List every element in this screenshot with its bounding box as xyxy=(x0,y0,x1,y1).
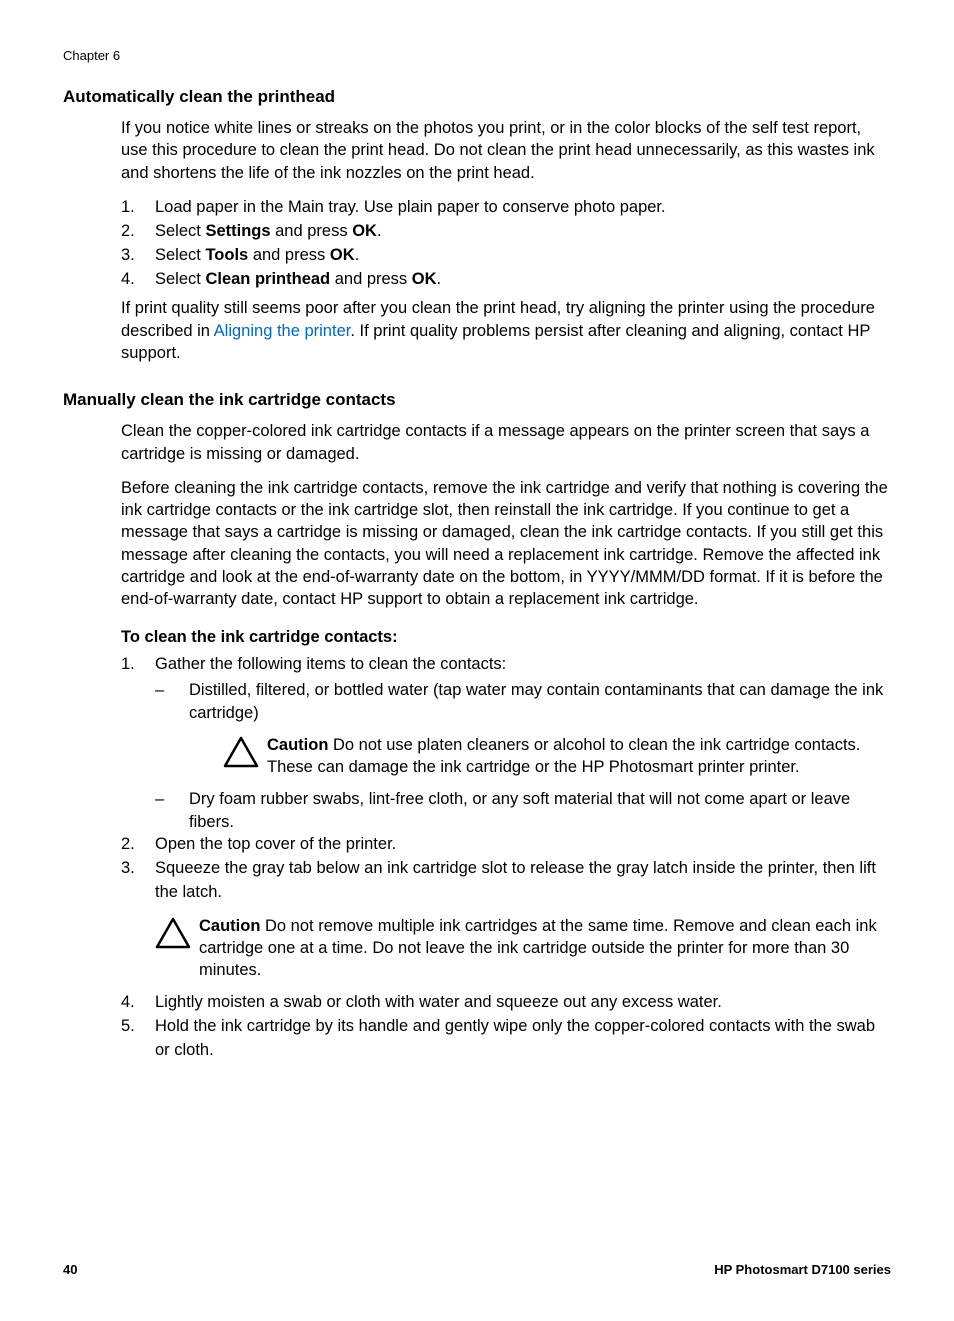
step-number: 3. xyxy=(121,244,135,268)
caution-icon xyxy=(155,917,191,949)
section1-step-1: 1. Load paper in the Main tray. Use plai… xyxy=(121,196,891,220)
caution-icon xyxy=(223,736,259,768)
step-number: 1. xyxy=(121,196,135,220)
section1-step-3: 3. Select Tools and press OK. xyxy=(121,244,891,268)
page-number: 40 xyxy=(63,1262,77,1277)
step-text: Hold the ink cartridge by its handle and… xyxy=(155,1017,875,1059)
section1-intro: If you notice white lines or streaks on … xyxy=(121,117,891,184)
section2-step-3: 3. Squeeze the gray tab below an ink car… xyxy=(121,857,891,982)
step-number: 4. xyxy=(121,991,135,1015)
dash-bullet: – xyxy=(155,788,164,810)
section2-step-4: 4. Lightly moisten a swab or cloth with … xyxy=(121,991,891,1015)
section2-step-2: 2. Open the top cover of the printer. xyxy=(121,833,891,857)
section-heading-manual-clean: Manually clean the ink cartridge contact… xyxy=(63,390,891,410)
step-text: Load paper in the Main tray. Use plain p… xyxy=(155,198,666,216)
step-number: 2. xyxy=(121,833,135,857)
section2-para2: Before cleaning the ink cartridge contac… xyxy=(121,477,891,611)
caution-text: Caution Do not remove multiple ink cartr… xyxy=(199,915,891,982)
section1-step-2: 2. Select Settings and press OK. xyxy=(121,220,891,244)
sub-item-distilled-water: – Distilled, filtered, or bottled water … xyxy=(155,679,891,778)
clean-contacts-subheading: To clean the ink cartridge contacts: xyxy=(121,628,891,647)
sub-item-dry-swabs: – Dry foam rubber swabs, lint-free cloth… xyxy=(155,788,891,833)
product-name: HP Photosmart D7100 series xyxy=(714,1262,891,1277)
step-number: 5. xyxy=(121,1015,135,1039)
dash-bullet: – xyxy=(155,679,164,701)
step-text: Open the top cover of the printer. xyxy=(155,835,396,853)
sub-text: Distilled, filtered, or bottled water (t… xyxy=(189,681,883,721)
step-text: Select Settings and press OK. xyxy=(155,222,382,240)
section2-para1: Clean the copper-colored ink cartridge c… xyxy=(121,420,891,465)
caution-text: Caution Do not use platen cleaners or al… xyxy=(267,734,891,779)
step-text: Lightly moisten a swab or cloth with wat… xyxy=(155,993,722,1011)
section2-step-1: 1. Gather the following items to clean t… xyxy=(121,653,891,833)
step-text: Select Tools and press OK. xyxy=(155,246,359,264)
section2-step-5: 5. Hold the ink cartridge by its handle … xyxy=(121,1015,891,1063)
section1-outro: If print quality still seems poor after … xyxy=(121,297,891,364)
caution-box-2: Caution Do not remove multiple ink cartr… xyxy=(155,915,891,982)
step-text: Select Clean printhead and press OK. xyxy=(155,270,441,288)
aligning-printer-link[interactable]: Aligning the printer xyxy=(214,322,351,340)
step-number: 4. xyxy=(121,268,135,292)
step-number: 2. xyxy=(121,220,135,244)
section-heading-auto-clean: Automatically clean the printhead xyxy=(63,87,891,107)
step-number: 3. xyxy=(121,857,135,881)
sub-text: Dry foam rubber swabs, lint-free cloth, … xyxy=(189,790,850,830)
step-number: 1. xyxy=(121,653,135,677)
chapter-label: Chapter 6 xyxy=(63,48,891,63)
section1-step-4: 4. Select Clean printhead and press OK. xyxy=(121,268,891,292)
step-text: Squeeze the gray tab below an ink cartri… xyxy=(155,859,876,901)
caution-box-1: Caution Do not use platen cleaners or al… xyxy=(223,734,891,779)
step-text: Gather the following items to clean the … xyxy=(155,655,506,673)
